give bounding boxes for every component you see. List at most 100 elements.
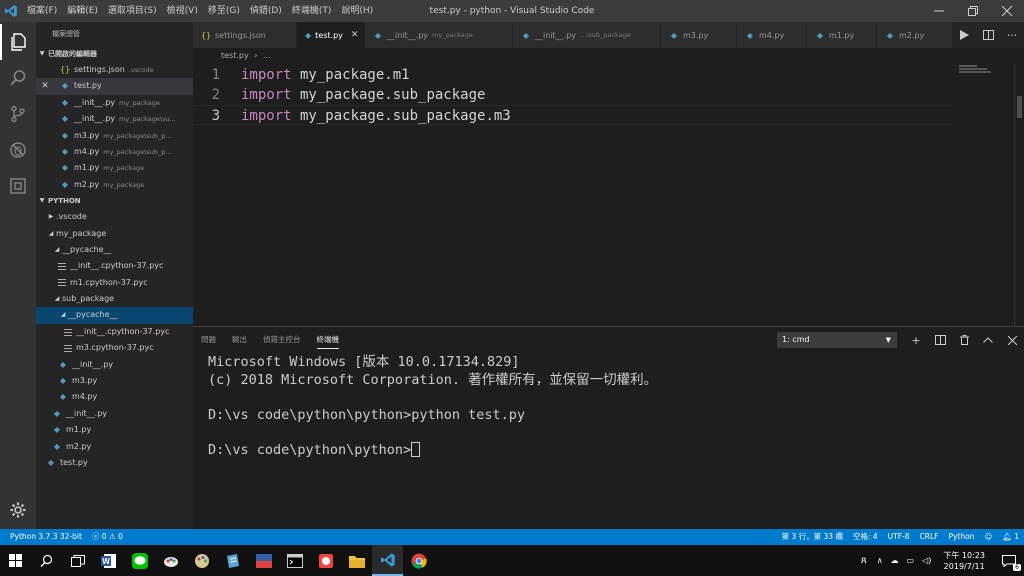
clock[interactable]: 下午 10:23 2019/7/11 [943,550,985,572]
problems-indicator[interactable]: ⓧ 0 ⚠ 0 [87,529,128,545]
tree-item[interactable]: ◢ sub_package [36,291,193,307]
debug-icon[interactable] [0,132,36,168]
menu-item[interactable]: 終端機(T) [287,0,337,22]
smiley-feedback-icon[interactable]: ☺ [979,529,997,545]
chrome-icon[interactable] [403,545,434,576]
explorer-icon[interactable] [0,24,36,60]
close-icon[interactable]: ✕ [351,30,359,40]
breadcrumb-file[interactable]: test.py [221,51,249,60]
tree-item[interactable]: ◢ my_package [36,226,193,242]
people-icon[interactable]: ጸ [861,555,867,566]
terminal-app-icon[interactable] [279,545,310,576]
notifications[interactable]: 🔔︎ 1 [997,529,1024,545]
cursor-position[interactable]: 第 3 行，第 33 欄 [777,529,848,545]
more-actions-icon[interactable]: ··· [1000,22,1024,48]
tree-item[interactable]: ◆ m4.py [36,389,193,405]
editor-scrollbar[interactable] [1014,64,1024,326]
panel-tab[interactable]: 問題 [193,327,224,353]
vscode-taskbar-icon[interactable] [372,545,403,576]
gear-icon[interactable] [0,492,36,528]
search-icon[interactable] [31,545,62,576]
volume-icon[interactable]: ◁) [922,556,931,565]
file-explorer-icon[interactable] [341,545,372,576]
vscode-logo-icon[interactable] [0,0,22,22]
minimap[interactable] [953,64,1013,326]
tree-item[interactable]: ◆ test.py [36,455,193,471]
trash-icon[interactable] [952,327,976,353]
encoding[interactable]: UTF-8 [883,529,915,545]
word-icon[interactable]: W [93,545,124,576]
tree-item[interactable]: m1.cpython-37.pyc [36,275,193,291]
tab-testpy[interactable]: ◆ test.py ✕ [297,22,365,48]
terminal-output[interactable]: Microsoft Windows [版本 10.0.17134.829] (c)… [208,354,657,459]
terminal-select[interactable]: 1: cmd ▼ [777,332,897,348]
menu-item[interactable]: 偵錯(D) [245,0,287,22]
breadcrumb-symbol[interactable]: ... [263,51,271,60]
python-interpreter[interactable]: Python 3.7.3 32-bit [0,529,87,545]
menu-item[interactable]: 移至(G) [203,0,245,22]
menu-item[interactable]: 選取項目(S) [103,0,162,22]
source-control-icon[interactable] [0,96,36,132]
media-app-icon[interactable] [310,545,341,576]
notes-app-icon[interactable] [217,545,248,576]
line-app-icon[interactable] [124,545,155,576]
tab-m4py[interactable]: ◆ m4.py [737,22,807,48]
tree-item[interactable]: ◆ m3.py [36,373,193,389]
menu-item[interactable]: 編輯(E) [62,0,103,22]
open-editor-item[interactable]: ✕ ◆ test.py [36,78,193,95]
tab-m3py[interactable]: ◆ m3.py [661,22,737,48]
open-editors-header[interactable]: ▼ 已開啟的編輯器 [36,46,193,62]
close-window-button[interactable] [990,0,1024,22]
menu-item[interactable]: 說明(H) [336,0,378,22]
onedrive-icon[interactable]: ☁ [891,556,899,565]
split-editor-icon[interactable] [976,22,1000,48]
panel-tab[interactable]: 終端機 [309,327,348,353]
tab-initpy[interactable]: ◆ __init__.py my_package [365,22,513,48]
open-editor-item[interactable]: ◆ m1.py my_package [36,160,193,176]
tree-item[interactable]: __init__.cpython-37.pyc [36,324,193,340]
minimize-button[interactable] [922,0,956,22]
devcpp-icon[interactable] [248,545,279,576]
close-icon[interactable]: ✕ [38,78,52,94]
tab-m2py[interactable]: ◆ m2.py [877,22,953,48]
tree-item[interactable]: m3.cpython-37.pyc [36,340,193,356]
open-editor-item[interactable]: ◆ m4.py my_package\sub_p... [36,144,193,160]
panel-tab[interactable]: 偵錯主控台 [255,327,309,353]
extensions-icon[interactable] [0,168,36,204]
tree-item[interactable]: ◢ __pycache__ [36,307,193,324]
palette-app-icon[interactable] [186,545,217,576]
panel-tab[interactable]: 輸出 [224,327,255,353]
open-editor-item[interactable]: {} settings.json .vscode [36,62,193,78]
action-center-icon[interactable]: 6 [993,545,1024,576]
maximize-panel-icon[interactable] [976,327,1000,353]
open-editor-item[interactable]: ◆ __init__.py my_package\su... [36,111,193,127]
tree-item[interactable]: ◆ m2.py [36,439,193,455]
end-of-line[interactable]: CRLF [915,529,944,545]
windows-start-icon[interactable] [0,545,31,576]
open-editor-item[interactable]: ◆ m2.py my_package [36,177,193,193]
tree-item[interactable]: ◢ __pycache__ [36,242,193,258]
open-editor-item[interactable]: ◆ m3.py my_package\sub_p... [36,128,193,144]
tree-item[interactable]: ◆ __init__.py [36,357,193,373]
tab-initpy[interactable]: ◆ __init__.py ...\sub_package [513,22,661,48]
language-mode[interactable]: Python [943,529,979,545]
search-icon[interactable] [0,60,36,96]
tree-item[interactable]: ▶ .vscode [36,209,193,225]
menu-item[interactable]: 檢視(V) [162,0,203,22]
code-editor[interactable]: 1 import my_package.m1 2 import my_package.… [193,64,1024,326]
open-editor-item[interactable]: ◆ __init__.py my_package [36,95,193,111]
network-icon[interactable]: ▭ [907,556,915,565]
scrollbar-thumb[interactable] [1017,96,1022,118]
run-icon[interactable] [952,22,976,48]
paint-app-icon[interactable] [155,545,186,576]
folder-header[interactable]: ▼ PYTHON [36,193,193,209]
tab-m1py[interactable]: ◆ m1.py [807,22,877,48]
task-view-icon[interactable] [62,545,93,576]
new-terminal-icon[interactable]: + [904,327,928,353]
restore-button[interactable] [956,0,990,22]
menu-item[interactable]: 檔案(F) [22,0,62,22]
tab-settingsjson[interactable]: {} settings.json [193,22,297,48]
split-terminal-icon[interactable] [928,327,952,353]
indentation[interactable]: 空格: 4 [848,529,883,545]
close-panel-icon[interactable] [1000,327,1024,353]
